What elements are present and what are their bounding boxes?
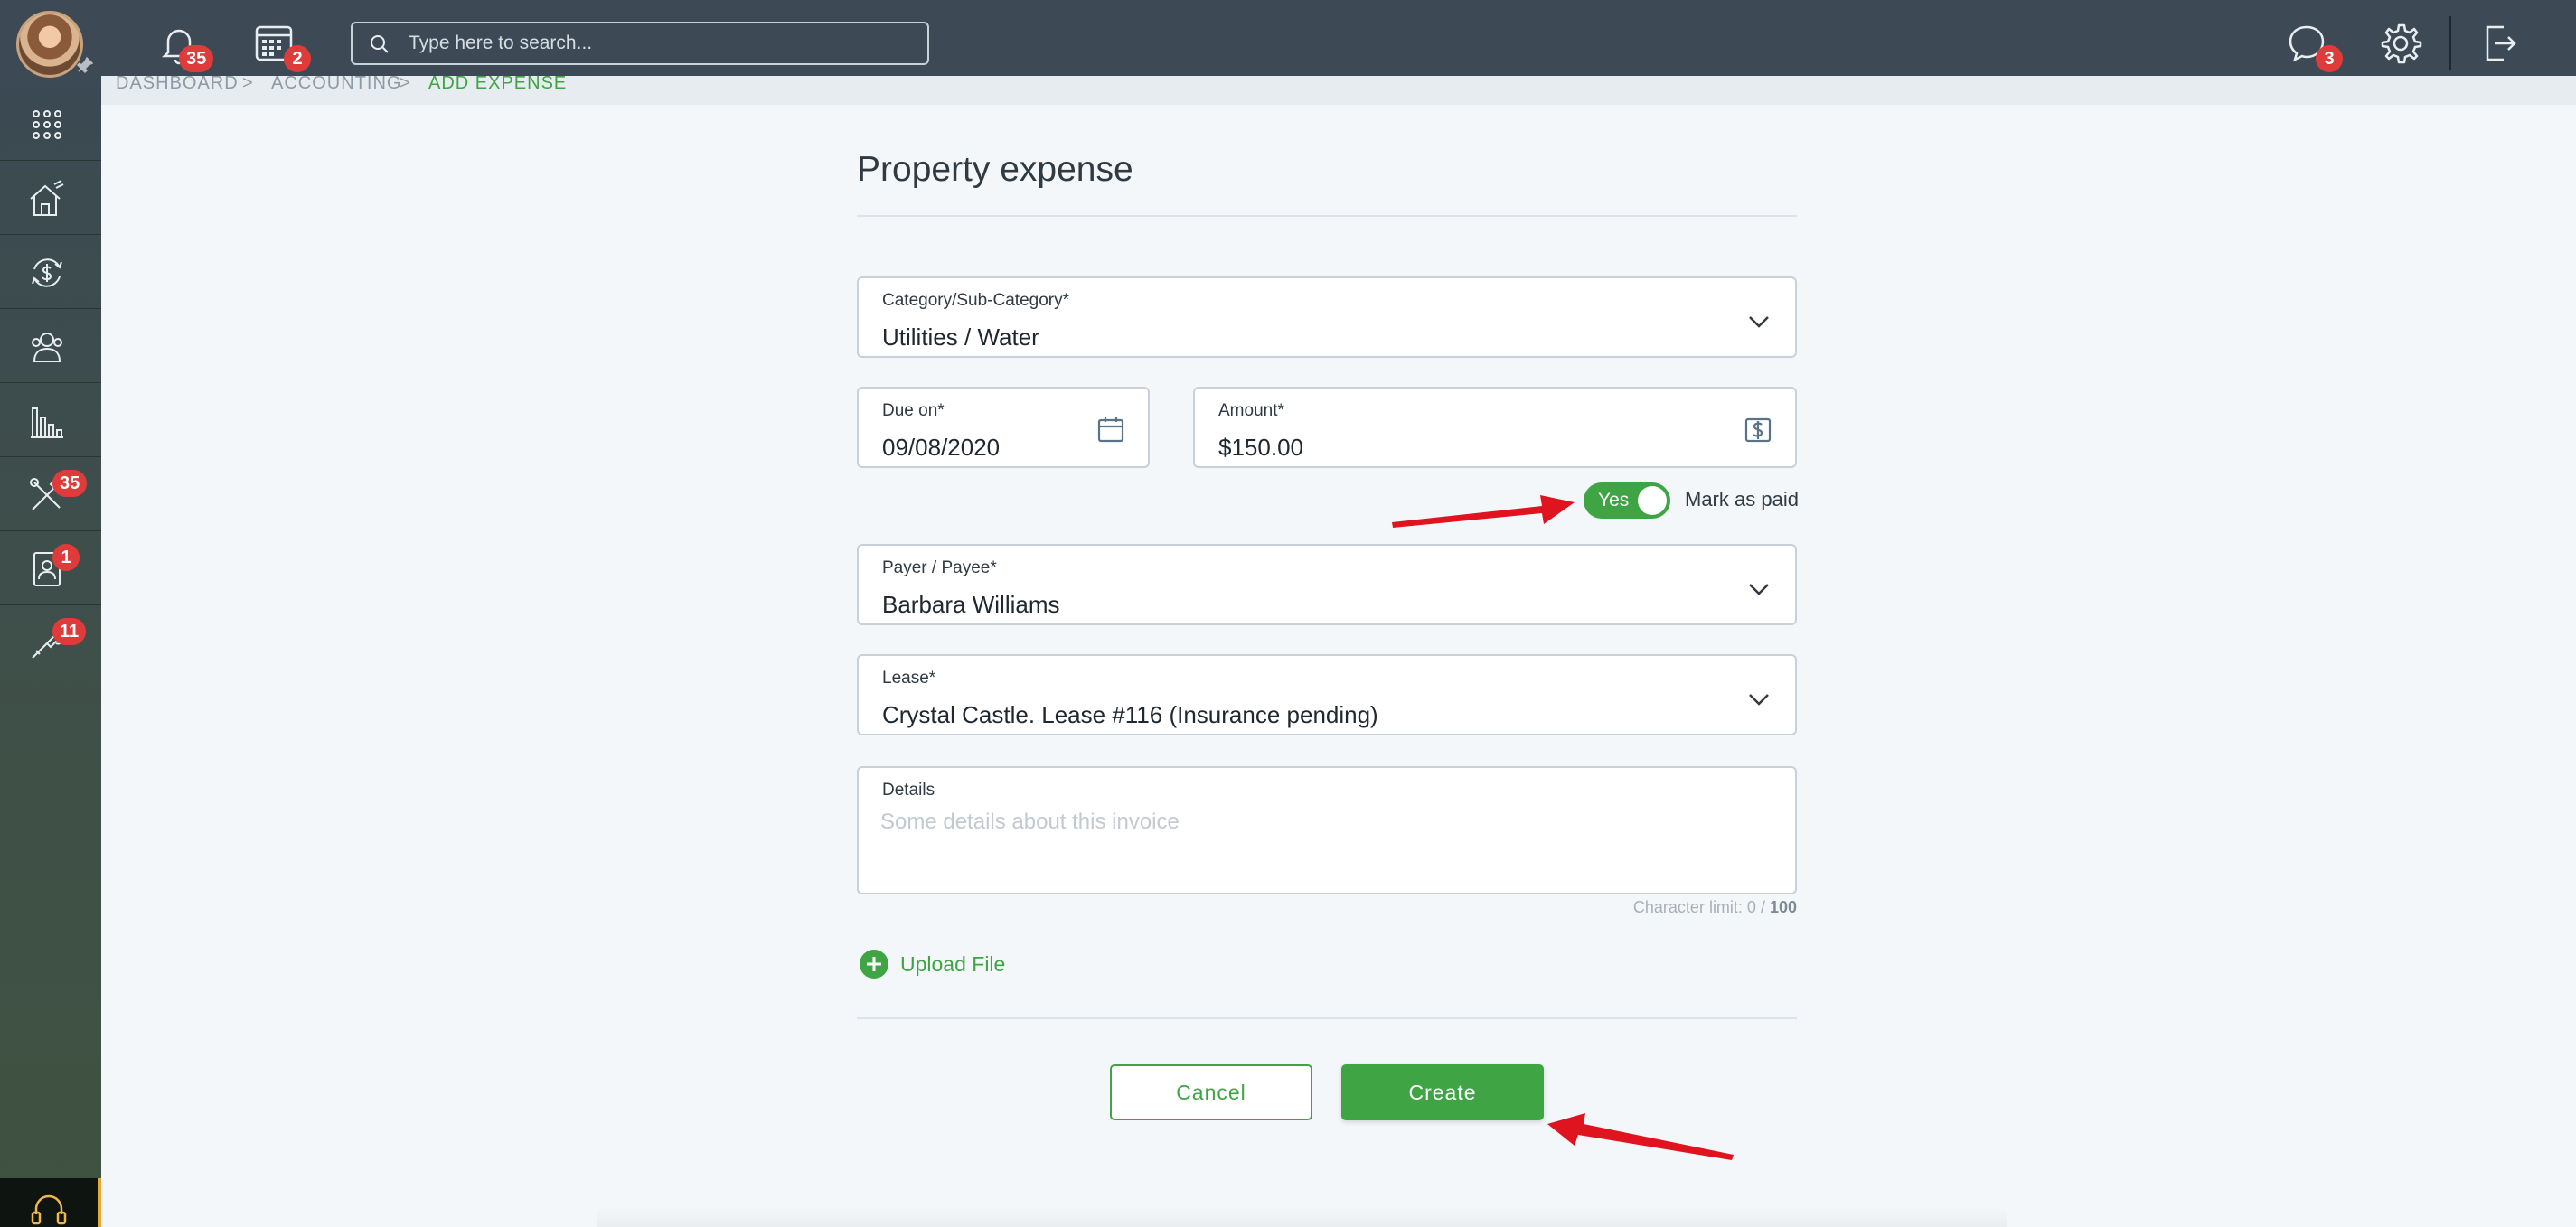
payer-label: Payer / Payee* [882,558,997,577]
topbar-divider [2449,16,2451,70]
payer-value: Barbara Williams [882,591,1060,618]
sidebar: 35 1 11 [0,87,101,1227]
toggle-knob [1638,486,1667,515]
calendar-icon[interactable] [1095,414,1126,445]
messages-badge: 3 [2316,45,2343,72]
title-divider [857,215,1797,217]
top-bar: 35 2 3 [0,0,2576,87]
logout-icon[interactable] [2477,20,2524,67]
payer-select[interactable]: Payer / Payee* Barbara Williams [857,544,1797,625]
breadcrumb-accounting[interactable]: ACCOUNTING [271,76,401,94]
sidebar-item-tools[interactable]: 11 [0,605,101,679]
contacts-badge: 1 [52,544,80,571]
maintenance-badge: 35 [52,470,88,497]
search-icon [371,35,389,53]
chevron-down-icon [1749,584,1769,595]
amount-value: $150.00 [1218,434,1303,461]
support-accent [98,1178,101,1227]
character-limit-max: 100 [1769,898,1797,916]
currency-dollar-icon [1744,417,1772,443]
amount-label: Amount* [1218,401,1284,420]
headset-icon [31,1194,67,1225]
search-bar [351,22,929,65]
mark-paid-toggle-text: Yes [1598,490,1630,510]
lease-select[interactable]: Lease* Crystal Castle. Lease #116 (Insur… [857,654,1797,735]
sidebar-item-reports[interactable] [0,383,101,457]
category-select[interactable]: Category/Sub-Category* Utilities / Water [857,276,1797,358]
annotation-arrow-toggle [1392,495,1575,528]
cancel-button[interactable]: Cancel [1110,1064,1312,1120]
sidebar-item-accounting[interactable] [0,235,101,309]
amount-field[interactable]: Amount* $150.00 [1193,387,1797,468]
sidebar-item-people[interactable] [0,309,101,383]
reports-chart-icon [31,407,63,438]
mark-paid-toggle[interactable]: Yes [1584,482,1670,519]
mark-paid-label: Mark as paid [1685,488,1799,510]
create-button[interactable]: Create [1341,1064,1544,1120]
chevron-down-icon [1749,694,1769,706]
details-label: Details [882,781,935,800]
gear-icon[interactable] [2377,20,2424,67]
character-limit-text: Character limit: 0 / [1632,898,1770,916]
details-field: Details [857,766,1797,894]
due-date-field[interactable]: Due on* 09/08/2020 [857,387,1150,468]
accounting-cycle-icon [32,258,62,287]
support-button[interactable] [0,1178,101,1227]
breadcrumb-separator: > [400,76,411,93]
apps-grid-icon [33,110,61,139]
sidebar-item-maintenance[interactable]: 35 [0,457,101,531]
breadcrumb-separator: > [242,76,254,93]
chevron-down-icon [1749,316,1769,328]
character-limit: Character limit: 0 / 100 [1582,898,1797,917]
property-house-icon [30,180,64,216]
breadcrumb-dashboard[interactable]: DASHBOARD [116,76,239,94]
people-icon [32,333,62,362]
page-title: Property expense [857,150,1133,189]
notifications-badge: 35 [179,45,214,72]
category-value: Utilities / Water [882,323,1039,351]
plus-circle-icon [860,950,888,979]
pin-icon[interactable] [76,56,94,74]
due-date-value: 09/08/2020 [882,434,1001,461]
sidebar-item-contacts[interactable]: 1 [0,531,101,605]
lease-value: Crystal Castle. Lease #116 (Insurance pe… [882,701,1378,728]
due-date-label: Due on* [882,401,945,420]
sidebar-item-apps[interactable] [0,87,101,161]
sidebar-item-properties[interactable] [0,161,101,235]
user-avatar[interactable] [16,11,83,78]
bottom-shadow [597,1207,2007,1227]
search-input[interactable] [409,29,915,58]
tools-badge: 11 [52,618,87,645]
breadcrumb-add-expense: ADD EXPENSE [428,76,568,93]
lease-label: Lease* [882,669,936,688]
details-textarea[interactable] [880,810,1766,882]
category-label: Category/Sub-Category* [882,291,1069,310]
calendar-badge: 2 [284,45,311,72]
actions-divider [857,1017,1797,1019]
breadcrumb: DASHBOARD > ACCOUNTING > ADD EXPENSE [101,76,2576,105]
annotation-arrow-create [1547,1113,1734,1160]
upload-file-label: Upload File [900,952,1006,976]
